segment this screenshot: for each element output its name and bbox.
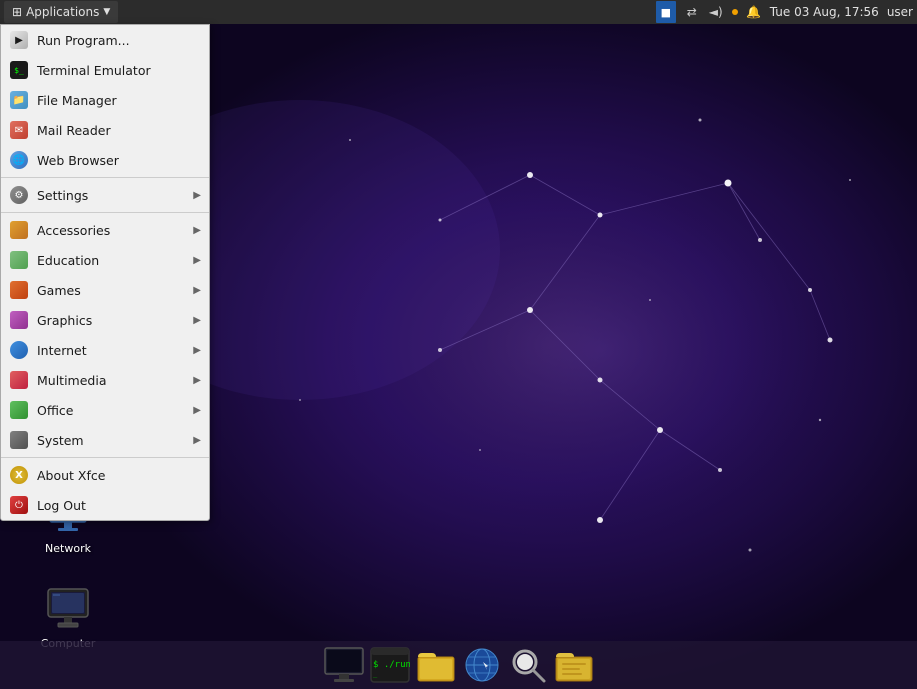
run-program-label: Run Program... <box>37 33 201 48</box>
menu-item-games[interactable]: Games ▶ <box>1 275 209 305</box>
about-xfce-icon: X <box>9 465 29 485</box>
system-label: System <box>37 433 185 448</box>
education-arrow: ▶ <box>193 255 201 266</box>
highlight-indicator: ■ <box>661 6 671 19</box>
menu-item-about-xfce[interactable]: X About Xfce <box>1 460 209 490</box>
panel-left: ⊞ Applications ▼ <box>4 1 118 23</box>
accessories-icon <box>9 220 29 240</box>
menu-item-file-manager[interactable]: 📁 File Manager <box>1 85 209 115</box>
multimedia-arrow: ▶ <box>193 375 201 386</box>
graphics-icon <box>9 310 29 330</box>
internet-arrow: ▶ <box>193 345 201 356</box>
graphics-label: Graphics <box>37 313 185 328</box>
games-label: Games <box>37 283 185 298</box>
settings-arrow: ▶ <box>193 190 201 201</box>
games-arrow: ▶ <box>193 285 201 296</box>
terminal-label: Terminal Emulator <box>37 63 201 78</box>
log-out-icon: ⏻ <box>9 495 29 515</box>
mail-reader-icon: ✉ <box>9 120 29 140</box>
web-browser-icon: 🌐 <box>9 150 29 170</box>
taskbar-search-icon[interactable] <box>507 644 549 686</box>
volume-icon: ◄) <box>708 4 724 20</box>
bell-icon: 🔔 <box>746 4 762 20</box>
multimedia-icon <box>9 370 29 390</box>
mail-reader-label: Mail Reader <box>37 123 201 138</box>
taskbar-terminal-icon[interactable]: $ ./run _ <box>369 644 411 686</box>
panel-highlight: ■ <box>656 1 676 23</box>
accessories-arrow: ▶ <box>193 225 201 236</box>
applications-label: Applications <box>26 5 99 19</box>
taskbar-files-icon[interactable] <box>415 644 457 686</box>
education-icon <box>9 250 29 270</box>
office-icon <box>9 400 29 420</box>
menu-item-education[interactable]: Education ▶ <box>1 245 209 275</box>
taskbar-browser-icon[interactable] <box>461 644 503 686</box>
internet-icon <box>9 340 29 360</box>
notification-dot <box>732 9 738 15</box>
apps-icon: ⊞ <box>12 5 22 19</box>
menu-item-web-browser[interactable]: 🌐 Web Browser <box>1 145 209 175</box>
separator-2 <box>1 212 209 213</box>
apps-menu-indicator: ▼ <box>103 7 110 17</box>
menu-item-accessories[interactable]: Accessories ▶ <box>1 215 209 245</box>
file-manager-icon: 📁 <box>9 90 29 110</box>
internet-label: Internet <box>37 343 185 358</box>
menu-item-run-program[interactable]: ▶ Run Program... <box>1 25 209 55</box>
terminal-menu-icon: $_ <box>9 60 29 80</box>
menu-item-mail-reader[interactable]: ✉ Mail Reader <box>1 115 209 145</box>
games-icon <box>9 280 29 300</box>
separator-1 <box>1 177 209 178</box>
multimedia-label: Multimedia <box>37 373 185 388</box>
system-arrow: ▶ <box>193 435 201 446</box>
education-label: Education <box>37 253 185 268</box>
computer-icon-image <box>44 585 92 633</box>
menu-item-internet[interactable]: Internet ▶ <box>1 335 209 365</box>
office-label: Office <box>37 403 185 418</box>
menu-item-system[interactable]: System ▶ <box>1 425 209 455</box>
settings-icon: ⚙ <box>9 185 29 205</box>
taskbar: $ ./run _ <box>0 641 917 689</box>
about-xfce-label: About Xfce <box>37 468 201 483</box>
web-browser-label: Web Browser <box>37 153 201 168</box>
applications-button[interactable]: ⊞ Applications ▼ <box>4 1 118 23</box>
menu-item-multimedia[interactable]: Multimedia ▶ <box>1 365 209 395</box>
user-display: user <box>887 5 913 19</box>
taskbar-screen-icon[interactable] <box>323 644 365 686</box>
menu-item-graphics[interactable]: Graphics ▶ <box>1 305 209 335</box>
top-panel: ⊞ Applications ▼ ■ ⇄ ◄) 🔔 Tue 03 Aug, 17… <box>0 0 917 24</box>
taskbar-folder-icon[interactable] <box>553 644 595 686</box>
system-icon <box>9 430 29 450</box>
menu-item-log-out[interactable]: ⏻ Log Out <box>1 490 209 520</box>
svg-text:$ ./run: $ ./run <box>373 660 410 670</box>
file-manager-label: File Manager <box>37 93 201 108</box>
panel-right: ■ ⇄ ◄) 🔔 Tue 03 Aug, 17:56 user <box>656 1 913 23</box>
accessories-label: Accessories <box>37 223 185 238</box>
menu-item-settings[interactable]: ⚙ Settings ▶ <box>1 180 209 210</box>
menu-item-terminal[interactable]: $_ Terminal Emulator <box>1 55 209 85</box>
network-icon: ⇄ <box>684 4 700 20</box>
application-menu: ▶ Run Program... $_ Terminal Emulator 📁 … <box>0 24 210 521</box>
settings-label: Settings <box>37 188 185 203</box>
office-arrow: ▶ <box>193 405 201 416</box>
log-out-label: Log Out <box>37 498 201 513</box>
datetime-display: Tue 03 Aug, 17:56 <box>770 5 879 19</box>
graphics-arrow: ▶ <box>193 315 201 326</box>
separator-3 <box>1 457 209 458</box>
menu-item-office[interactable]: Office ▶ <box>1 395 209 425</box>
network-label: Network <box>45 542 91 555</box>
run-program-icon: ▶ <box>9 30 29 50</box>
